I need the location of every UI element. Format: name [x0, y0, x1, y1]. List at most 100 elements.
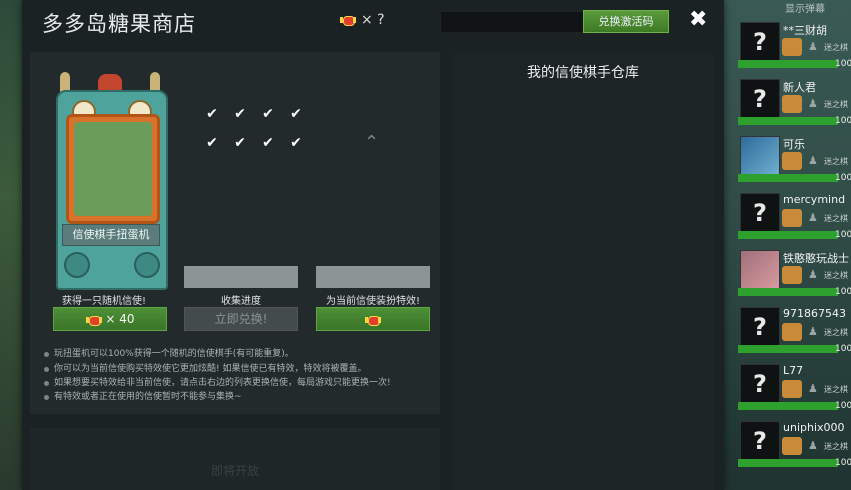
buy-gacha-button[interactable]: × 40 — [53, 307, 167, 331]
courier-icon — [782, 152, 802, 170]
shop-title: 多多岛糖果商店 — [42, 12, 196, 36]
person-icon: ♟ — [808, 325, 818, 338]
coming-soon-panel: 即将开放 — [30, 428, 440, 490]
player-subtitle: 迷之棋 — [824, 157, 848, 166]
courier-icon — [782, 95, 802, 113]
effect-preview-bar — [316, 266, 430, 288]
player-card[interactable]: ? 新人君 ♟ 迷之棋 100 — [738, 77, 851, 127]
courier-icon — [782, 266, 802, 284]
health-value: 100 — [835, 173, 851, 183]
check-icon: ✔ — [290, 135, 302, 151]
courier-icon — [782, 437, 802, 455]
gacha-label: 获得一只随机信使! — [61, 296, 146, 307]
person-icon: ♟ — [808, 40, 818, 53]
background-scenery-left — [0, 0, 22, 490]
courier-icon — [782, 209, 802, 227]
courier-icon — [782, 323, 802, 341]
health-value: 100 — [835, 116, 851, 126]
rules-notes: 玩扭蛋机可以100%获得一个随机的信使棋手(有可能重复)。 你可以为当前信使购买… — [44, 347, 391, 404]
avatar: ? — [740, 22, 780, 62]
player-card[interactable]: ? **三财胡 ♟ 迷之棋 100 — [738, 20, 851, 70]
health-bar — [738, 231, 838, 239]
note-item: 你可以为当前信使购买特效使它更加炫酷! 如果信使已有特效，特效将被覆盖。 — [44, 362, 391, 376]
fan-icon — [64, 252, 90, 278]
check-icon: ✔ — [290, 106, 302, 122]
person-icon: ♟ — [808, 211, 818, 224]
check-icon: ✔ — [234, 106, 246, 122]
redeem-code-button[interactable]: 兑换激活码 — [583, 10, 669, 33]
candy-icon — [365, 315, 381, 326]
player-subtitle: 迷之棋 — [824, 100, 848, 109]
candy-shop-window: 多多岛糖果商店 × ? 兑换激活码 ✖ 信使棋手扭蛋机 ✔ ✔ ✔ ✔ ✔ ✔ … — [22, 0, 724, 490]
bullet-icon — [44, 351, 49, 357]
check-icon: ✔ — [206, 135, 218, 151]
player-subtitle: 迷之棋 — [824, 271, 848, 280]
player-name: 可乐 — [783, 138, 805, 151]
person-icon: ♟ — [808, 97, 818, 110]
courier-icon — [782, 38, 802, 56]
player-card[interactable]: ? mercymind ♟ 迷之棋 100 — [738, 191, 851, 241]
danmaku-toggle[interactable]: 显示弹幕 — [785, 0, 825, 15]
health-value: 100 — [835, 230, 851, 240]
check-icon: ✔ — [234, 135, 246, 151]
health-bar — [738, 60, 838, 68]
health-bar — [738, 459, 838, 467]
gacha-panel: 信使棋手扭蛋机 ✔ ✔ ✔ ✔ ✔ ✔ ✔ ✔ ⌃ 获得一只随机信使! 收集进度… — [30, 52, 440, 414]
progress-label: 收集进度 — [221, 296, 261, 307]
health-value: 100 — [835, 344, 851, 354]
player-card[interactable]: ? uniphix000 ♟ 迷之棋 100 — [738, 419, 851, 469]
person-icon: ♟ — [808, 154, 818, 167]
bullet-icon — [44, 366, 49, 372]
player-subtitle: 迷之棋 — [824, 328, 848, 337]
effect-label: 为当前信使装扮特效! — [325, 296, 420, 307]
activation-code-input[interactable] — [440, 11, 585, 33]
collection-checks: ✔ ✔ ✔ ✔ ✔ ✔ ✔ ✔ — [198, 106, 308, 151]
health-value: 100 — [835, 59, 851, 69]
player-subtitle: 迷之棋 — [824, 43, 848, 52]
health-bar — [738, 345, 838, 353]
player-subtitle: 迷之棋 — [824, 214, 848, 223]
person-icon: ♟ — [808, 268, 818, 281]
close-icon[interactable]: ✖ — [689, 7, 707, 32]
player-name: L77 — [783, 364, 804, 377]
chevron-up-icon[interactable]: ⌃ — [364, 132, 379, 153]
avatar: ? — [740, 364, 780, 404]
machine-label: 信使棋手扭蛋机 — [62, 224, 160, 246]
background-scenery-right — [715, 0, 851, 490]
check-icon: ✔ — [206, 106, 218, 122]
redeem-now-button[interactable]: 立即兑换! — [184, 307, 298, 331]
player-name: 新人君 — [783, 81, 816, 94]
courier-icon — [782, 380, 802, 398]
avatar: ? — [740, 421, 780, 461]
player-card[interactable]: ? 971867543 ♟ 迷之棋 100 — [738, 305, 851, 355]
avatar — [740, 136, 780, 176]
health-bar — [738, 402, 838, 410]
avatar: ? — [740, 79, 780, 119]
check-icon: ✔ — [262, 135, 274, 151]
player-card[interactable]: 可乐 ♟ 迷之棋 100 — [738, 134, 851, 184]
avatar: ? — [740, 193, 780, 233]
note-item: 有特效或者正在使用的信使暂时不能参与集换~ — [44, 390, 391, 404]
player-name: 971867543 — [783, 307, 846, 320]
buy-effect-button[interactable] — [316, 307, 430, 331]
candy-icon — [85, 315, 102, 326]
health-bar — [738, 174, 838, 182]
machine-window — [66, 114, 160, 224]
machine-glass — [74, 122, 152, 216]
health-value: 100 — [835, 287, 851, 297]
candy-count-text: × ? — [361, 12, 385, 28]
gacha-price: × 40 — [105, 312, 135, 326]
candy-icon — [340, 15, 356, 26]
player-card[interactable]: ? L77 ♟ 迷之棋 100 — [738, 362, 851, 412]
bullet-icon — [44, 380, 49, 386]
player-subtitle: 迷之棋 — [824, 385, 848, 394]
check-icon: ✔ — [262, 106, 274, 122]
bullet-icon — [44, 394, 49, 400]
health-value: 100 — [835, 458, 851, 468]
collection-progress-bar — [184, 266, 298, 288]
note-item: 玩扭蛋机可以100%获得一个随机的信使棋手(有可能重复)。 — [44, 347, 391, 361]
player-card[interactable]: 铁憨憨玩战士 ♟ 迷之棋 100 — [738, 248, 851, 298]
person-icon: ♟ — [808, 439, 818, 452]
avatar — [740, 250, 780, 290]
gacha-machine-image: 信使棋手扭蛋机 — [50, 64, 170, 290]
